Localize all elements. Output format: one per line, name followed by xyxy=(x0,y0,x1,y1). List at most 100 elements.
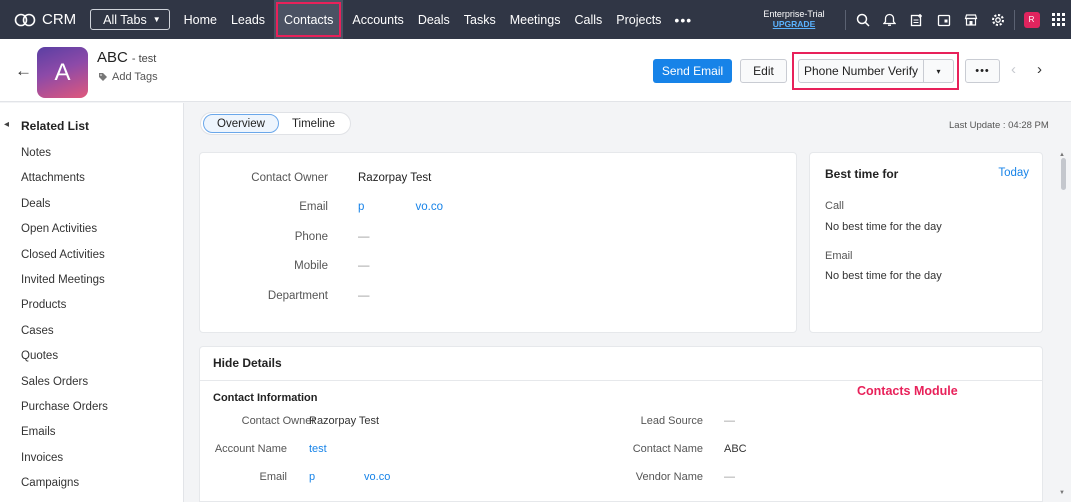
record-title: ABC - test xyxy=(97,49,156,66)
nav-tasks[interactable]: Tasks xyxy=(457,0,503,39)
field-value: Razorpay Test xyxy=(358,172,432,184)
top-navigation-bar: CRM All Tabs ▼ Home Leads Contacts Accou… xyxy=(0,0,1071,39)
upgrade-link[interactable]: UPGRADE xyxy=(756,19,832,29)
email-link[interactable]: p vo.co xyxy=(309,471,390,483)
caret-down-icon: ▼ xyxy=(152,15,161,24)
email-label: Email xyxy=(825,250,853,262)
all-tabs-dropdown[interactable]: All Tabs ▼ xyxy=(90,9,170,30)
tag-icon xyxy=(99,73,107,81)
related-list-sidebar: ◂ Related List Notes Attachments Deals O… xyxy=(0,103,184,502)
field-label: Account Name xyxy=(214,443,287,455)
related-item-emails[interactable]: Emails xyxy=(21,426,108,451)
related-item-cases[interactable]: Cases xyxy=(21,325,108,350)
section-title: Contact Information xyxy=(213,392,318,404)
header-icons: R xyxy=(842,0,1071,39)
tab-timeline[interactable]: Timeline xyxy=(279,114,348,133)
back-arrow-icon[interactable]: ← xyxy=(15,61,32,81)
field-label: Mobile xyxy=(294,260,328,272)
related-item-attachments[interactable]: Attachments xyxy=(21,172,108,197)
related-item-sales-orders[interactable]: Sales Orders xyxy=(21,376,108,401)
account-link[interactable]: test xyxy=(309,443,327,455)
bell-icon[interactable] xyxy=(876,0,903,39)
record-subtitle: - test xyxy=(131,53,157,65)
marketplace-icon[interactable] xyxy=(957,0,984,39)
field-label: Email xyxy=(299,201,328,213)
last-update-text: Last Update : 04:28 PM xyxy=(949,120,1049,131)
phone-number-verify-button[interactable]: Phone Number Verify xyxy=(798,59,924,83)
next-record-icon[interactable]: › xyxy=(1037,61,1042,78)
field-label: Email xyxy=(259,471,287,483)
more-modules-button[interactable]: ••• xyxy=(674,12,692,28)
vertical-scrollbar[interactable]: ▲ ▼ xyxy=(1056,152,1071,502)
field-value: — xyxy=(358,290,370,302)
related-list: Notes Attachments Deals Open Activities … xyxy=(21,147,108,502)
add-tags-button[interactable]: Add Tags xyxy=(98,71,158,83)
email-link[interactable]: p vo.co xyxy=(358,201,443,213)
hide-details-toggle[interactable]: Hide Details xyxy=(213,356,282,370)
field-value: — xyxy=(358,231,370,243)
scroll-down-icon[interactable]: ▼ xyxy=(1059,490,1065,496)
nav-meetings[interactable]: Meetings xyxy=(503,0,568,39)
trial-label: Enterprise-Trial xyxy=(763,9,825,19)
related-list-title: Related List xyxy=(21,119,90,133)
search-icon[interactable] xyxy=(849,0,876,39)
related-item-invoices[interactable]: Invoices xyxy=(21,452,108,477)
field-value: — xyxy=(724,471,735,483)
field-label: Vendor Name xyxy=(635,471,703,483)
module-annotation: Contacts Module xyxy=(857,384,958,398)
nav-calls[interactable]: Calls xyxy=(567,0,609,39)
related-item-deals[interactable]: Deals xyxy=(21,198,108,223)
collapse-sidebar-icon[interactable]: ◂ xyxy=(4,119,9,130)
today-selector[interactable]: Today xyxy=(998,167,1029,179)
divider xyxy=(200,380,1042,381)
related-item-quotes[interactable]: Quotes xyxy=(21,350,108,375)
record-name: ABC xyxy=(97,49,128,66)
related-item-campaigns[interactable]: Campaigns xyxy=(21,477,108,502)
related-item-invited-meetings[interactable]: Invited Meetings xyxy=(21,274,108,299)
scrollbar-thumb[interactable] xyxy=(1061,158,1066,190)
email-value: No best time for the day xyxy=(825,270,942,282)
details-card: Hide Details Contact Information Contact… xyxy=(199,346,1043,502)
summary-card: Contact Owner Razorpay Test Email p vo.c… xyxy=(199,152,797,333)
nav-leads[interactable]: Leads xyxy=(224,0,272,39)
field-label: Lead Source xyxy=(640,415,703,427)
related-item-purchase-orders[interactable]: Purchase Orders xyxy=(21,401,108,426)
field-label: Contact Owner xyxy=(241,415,315,427)
add-activity-icon[interactable] xyxy=(903,0,930,39)
divider xyxy=(1014,9,1015,30)
add-tags-label: Add Tags xyxy=(112,71,158,83)
edit-button[interactable]: Edit xyxy=(740,59,787,83)
brand-label: CRM xyxy=(42,11,77,28)
trial-info: Enterprise-Trial UPGRADE xyxy=(756,9,832,29)
gear-icon[interactable] xyxy=(984,0,1011,39)
best-time-card: Best time for Today Call No best time fo… xyxy=(809,152,1043,333)
nav-projects[interactable]: Projects xyxy=(609,0,668,39)
all-tabs-label: All Tabs xyxy=(103,12,147,27)
related-item-closed-activities[interactable]: Closed Activities xyxy=(21,249,108,274)
related-item-products[interactable]: Products xyxy=(21,299,108,324)
view-tabs: Overview Timeline xyxy=(200,112,351,135)
more-actions-button[interactable]: ••• xyxy=(965,59,1000,83)
nav-accounts[interactable]: Accounts xyxy=(345,0,410,39)
field-label: Contact Owner xyxy=(251,172,328,184)
previous-record-icon[interactable]: ‹ xyxy=(1011,61,1016,78)
calendar-icon[interactable] xyxy=(930,0,957,39)
field-label: Phone xyxy=(294,231,328,243)
nav-deals[interactable]: Deals xyxy=(411,0,457,39)
phone-verify-dropdown-button[interactable]: ▾ xyxy=(924,59,954,83)
crm-logo[interactable]: CRM xyxy=(14,11,76,28)
user-initial: R xyxy=(1023,11,1040,28)
tab-overview[interactable]: Overview xyxy=(203,114,279,133)
app-grid-icon[interactable] xyxy=(1045,0,1071,39)
call-value: No best time for the day xyxy=(825,221,942,233)
related-item-open-activities[interactable]: Open Activities xyxy=(21,223,108,248)
crm-logo-icon xyxy=(14,13,36,26)
field-value: ABC xyxy=(724,443,747,455)
record-avatar: A xyxy=(37,47,88,98)
nav-contacts[interactable]: Contacts xyxy=(274,0,344,39)
user-avatar[interactable]: R xyxy=(1018,0,1045,39)
related-item-notes[interactable]: Notes xyxy=(21,147,108,172)
record-header: ← A ABC - test Add Tags Send Email Edit P… xyxy=(0,39,1071,102)
send-email-button[interactable]: Send Email xyxy=(653,59,732,83)
nav-home[interactable]: Home xyxy=(177,0,224,39)
